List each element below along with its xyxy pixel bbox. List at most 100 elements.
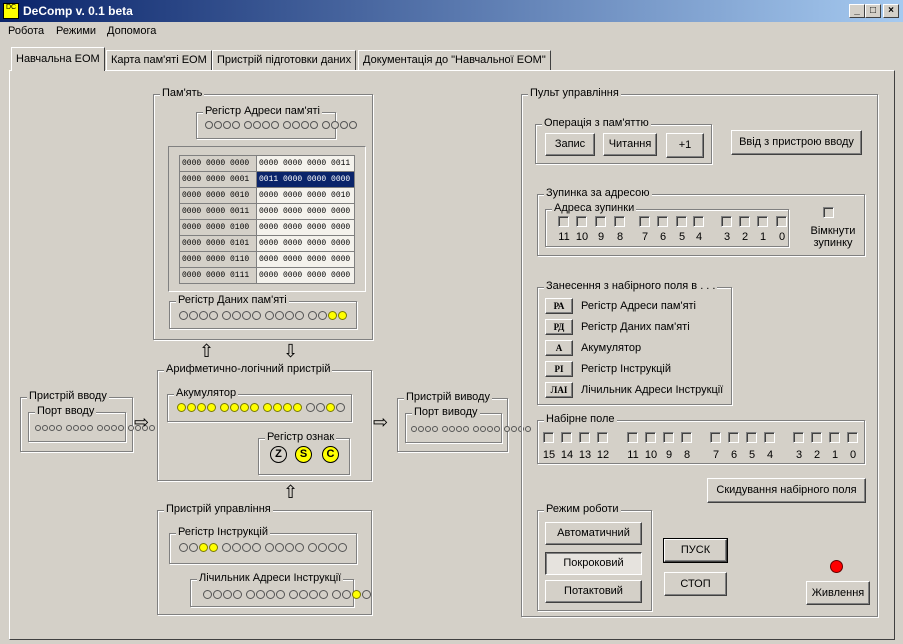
register-bit-led [511,426,517,432]
switch-bit-checkbox[interactable] [627,432,638,443]
register-bit-led [80,425,86,431]
register-bit-led [463,426,469,432]
memory-value-cell[interactable]: 0011 0000 0000 0000 [256,171,355,188]
switch-bit-checkbox[interactable] [811,432,822,443]
memory-value-cell[interactable]: 0000 0000 0000 0000 [256,203,355,220]
write-button[interactable]: Запис [545,133,595,156]
tab-documentation[interactable]: Документація до "Навчальної ЕОМ" [358,50,551,70]
breakpoint-bit-checkbox[interactable] [657,216,668,227]
memory-address-cell: 0000 0000 0001 [179,171,257,188]
memory-value-cell[interactable]: 0000 0000 0000 0000 [256,267,355,284]
memory-row[interactable]: 0000 0000 0101 0000 0000 0000 0000 [179,235,355,252]
memory-row[interactable]: 0000 0000 0011 0000 0000 0000 0000 [179,203,355,220]
breakpoint-bit-checkbox[interactable] [558,216,569,227]
load-title: Занесення з набірного поля в . . . [544,280,718,292]
maximize-button[interactable]: □ [865,4,881,18]
reset-switch-field-button[interactable]: Скидування набірного поля [707,478,866,503]
switch-bit-checkbox[interactable] [746,432,757,443]
load-target-label: Акумулятор [581,342,642,354]
load-target-button[interactable]: А [545,340,573,356]
enable-breakpoint-checkbox[interactable] [823,207,834,218]
switch-bit-checkbox[interactable] [728,432,739,443]
arrow-up-memory-icon: ⇧ [199,341,215,361]
breakpoint-bit-label: 2 [741,231,749,243]
register-bit-led [232,121,240,129]
mode-automatic-button[interactable]: Автоматичний [545,522,642,545]
power-button[interactable]: Живлення [806,581,870,605]
breakpoint-bit-checkbox[interactable] [721,216,732,227]
register-bit-led [295,311,304,320]
memory-row[interactable]: 0000 0000 0000 0000 0000 0000 0011 [179,155,355,172]
load-target-button[interactable]: РА [545,298,573,314]
breakpoint-bit-checkbox[interactable] [639,216,650,227]
register-bit-led [207,403,216,412]
switch-bit-checkbox[interactable] [579,432,590,443]
switch-bit-checkbox[interactable] [710,432,721,443]
tab-data-preparation[interactable]: Пристрій підготовки даних [212,50,357,70]
switch-bit-checkbox[interactable] [793,432,804,443]
minimize-button[interactable]: _ [849,4,865,18]
register-bit-led [309,590,318,599]
load-target-label: Регістр Інструкцій [581,363,672,375]
stop-button[interactable]: СТОП [664,572,727,596]
register-bit-led [299,590,308,599]
load-target-button[interactable]: РІ [545,361,573,377]
register-bit-led [293,403,302,412]
switch-bit-checkbox[interactable] [543,432,554,443]
memory-address-cell: 0000 0000 0010 [179,187,257,204]
register-bit-led [442,426,448,432]
menu-modes[interactable]: Режими [56,25,96,37]
breakpoint-bit-label: 8 [616,231,624,243]
load-target-button[interactable]: ЛАІ [545,382,573,398]
close-button[interactable]: × [883,4,899,18]
input-device-title: Пристрій вводу [27,390,109,402]
memory-value-cell[interactable]: 0000 0000 0000 0000 [256,219,355,236]
increment-button[interactable]: +1 [666,133,704,158]
register-bit-led [328,311,337,320]
switch-bit-checkbox[interactable] [663,432,674,443]
switch-bit-checkbox[interactable] [597,432,608,443]
start-button[interactable]: ПУСК [663,538,728,563]
register-bit-led [331,121,339,129]
breakpoint-bit-checkbox[interactable] [676,216,687,227]
input-from-device-button[interactable]: Ввід з пристрою вводу [731,130,862,155]
register-bit-led [199,311,208,320]
memory-value-cell[interactable]: 0000 0000 0000 0000 [256,251,355,268]
memory-row[interactable]: 0000 0000 0001 0011 0000 0000 0000 [179,171,355,188]
breakpoint-bit-checkbox[interactable] [693,216,704,227]
enable-breakpoint-label: Вімкнути зупинку [810,225,856,249]
memory-table[interactable]: 0000 0000 0000 0000 0000 0000 0011 0000 00… [179,155,355,284]
tab-training-computer[interactable]: Навчальна ЕОМ [11,47,105,71]
register-bit-led [246,590,255,599]
breakpoint-bit-checkbox[interactable] [776,216,787,227]
switch-bit-checkbox[interactable] [764,432,775,443]
menu-help[interactable]: Допомога [107,25,156,37]
read-button[interactable]: Читання [603,133,657,156]
memory-row[interactable]: 0000 0000 0110 0000 0000 0000 0000 [179,251,355,268]
switch-bit-checkbox[interactable] [681,432,692,443]
register-bit-led [263,403,272,412]
breakpoint-bit-checkbox[interactable] [739,216,750,227]
breakpoint-bit-checkbox[interactable] [595,216,606,227]
memory-value-cell[interactable]: 0000 0000 0000 0011 [256,155,355,172]
breakpoint-bit-checkbox[interactable] [576,216,587,227]
mode-step-button[interactable]: Покроковий [545,552,642,575]
switch-bit-checkbox[interactable] [561,432,572,443]
menu-work[interactable]: Робота [8,25,44,37]
memory-row[interactable]: 0000 0000 0010 0000 0000 0000 0010 [179,187,355,204]
mode-tact-button[interactable]: Потактовий [545,580,642,603]
load-target-button[interactable]: РД [545,319,573,335]
arrow-down-memory-icon: ⇩ [283,341,299,361]
switch-bit-checkbox[interactable] [847,432,858,443]
tab-memory-map[interactable]: Карта пам'яті ЕОМ [106,50,212,70]
memory-value-cell[interactable]: 0000 0000 0000 0000 [256,235,355,252]
register-bit-led [214,121,222,129]
memory-value-cell[interactable]: 0000 0000 0000 0010 [256,187,355,204]
breakpoint-bit-checkbox[interactable] [757,216,768,227]
memory-row[interactable]: 0000 0000 0100 0000 0000 0000 0000 [179,219,355,236]
switch-bit-checkbox[interactable] [829,432,840,443]
output-device-title: Пристрій виводу [404,391,492,403]
memory-row[interactable]: 0000 0000 0111 0000 0000 0000 0000 [179,267,355,284]
switch-bit-checkbox[interactable] [645,432,656,443]
breakpoint-bit-checkbox[interactable] [614,216,625,227]
